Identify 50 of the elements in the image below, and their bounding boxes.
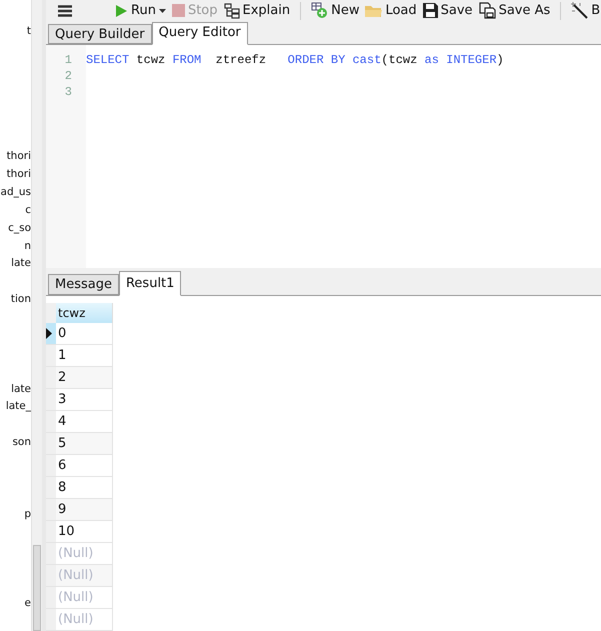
tab[interactable]: Message <box>48 274 119 295</box>
tree-item[interactable]: late <box>11 382 31 398</box>
table-cell[interactable]: 10 <box>56 521 113 543</box>
grid-corner <box>46 303 56 323</box>
table-add-icon <box>311 2 328 20</box>
tree-item[interactable]: n <box>24 238 31 254</box>
scroll-thumb[interactable] <box>33 545 41 631</box>
folder-icon <box>365 4 382 18</box>
tab[interactable]: Query Builder <box>48 24 152 44</box>
play-icon <box>114 4 128 18</box>
table-cell[interactable]: 6 <box>56 455 113 477</box>
row-header[interactable] <box>46 323 56 345</box>
caret-icon <box>158 8 166 13</box>
line-number: 3 <box>64 84 73 99</box>
toolbar-button[interactable]: Save As <box>478 1 550 21</box>
toolbar-button[interactable]: Save <box>422 1 473 21</box>
tree-item[interactable]: thori <box>6 149 31 165</box>
table-cell[interactable]: 2 <box>56 367 113 389</box>
toolbar-button[interactable]: Run <box>114 1 166 21</box>
menu-icon[interactable] <box>58 4 72 17</box>
scrollbar[interactable] <box>31 0 42 631</box>
tree-item[interactable]: e <box>24 596 31 612</box>
tree-item[interactable]: ad_us <box>0 184 31 201</box>
tab[interactable]: Result1 <box>118 271 182 296</box>
table-cell[interactable]: 9 <box>56 499 113 521</box>
table-cell[interactable]: 3 <box>56 389 113 411</box>
table-cell[interactable]: 0 <box>56 323 113 345</box>
toolbar-button[interactable]: New <box>311 1 360 21</box>
tab[interactable]: Query Editor <box>152 22 248 45</box>
toolbar-button[interactable]: Load <box>365 1 417 21</box>
stop-icon <box>172 4 185 18</box>
toolbar-button[interactable]: Explain <box>224 1 290 21</box>
table-cell[interactable]: 5 <box>56 433 113 455</box>
tree-item[interactable]: son <box>12 435 31 451</box>
tree-item[interactable]: c_so <box>8 220 31 236</box>
column-header[interactable]: tcwz <box>56 303 113 323</box>
line-number: 2 <box>64 68 73 83</box>
magic-wand-icon <box>571 2 588 20</box>
save-as-icon <box>478 2 496 20</box>
code-line: SELECT tcwz FROM ztreefz ORDER BY cast(tcwz as INTEGER) <box>86 52 504 67</box>
tree-item[interactable]: tion <box>10 292 31 308</box>
tree-item[interactable]: late <box>11 256 31 272</box>
tree-item[interactable]: late_ <box>6 399 31 416</box>
toolbar-button[interactable]: B <box>571 1 600 21</box>
line-number: 1 <box>64 52 73 67</box>
tree-item[interactable]: c <box>25 202 31 219</box>
diagram-icon <box>224 2 240 19</box>
tree-item[interactable]: t <box>26 24 31 40</box>
tree-item[interactable]: p <box>24 506 31 522</box>
tree-item[interactable]: thori <box>6 167 31 183</box>
